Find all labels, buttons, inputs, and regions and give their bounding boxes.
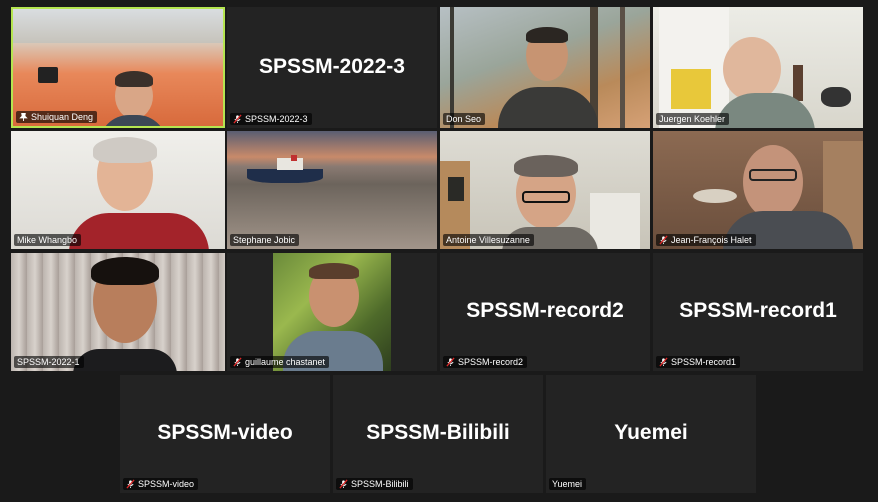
participant-name-label: Yuemei [549, 478, 587, 490]
mic-muted-icon [233, 114, 242, 124]
participant-name-label: guillaume chastanet [230, 356, 330, 368]
video-tile-spssm-2022-1[interactable]: SPSSM-2022-1 [11, 253, 225, 371]
video-tile-spssm-bilibili[interactable]: SPSSM-Bilibili SPSSM-Bilibili [333, 375, 543, 493]
participant-name-label: SPSSM-video [123, 478, 199, 490]
participant-video [715, 37, 815, 128]
mic-muted-icon [339, 479, 348, 489]
zoom-gallery-view: { "colors": { "background": "#1a1a1a", "… [0, 0, 878, 502]
video-tile-spssm-record1[interactable]: SPSSM-record1 SPSSM-record1 [653, 253, 863, 371]
video-tile-spssm-record2[interactable]: SPSSM-record2 SPSSM-record2 [440, 253, 650, 371]
participant-name-label: SPSSM-2022-3 [230, 113, 312, 125]
video-tile-juergen-koehler[interactable]: Juergen Koehler [653, 7, 863, 128]
video-tile-spssm-video[interactable]: SPSSM-video SPSSM-video [120, 375, 330, 493]
participant-name-label: SPSSM-record1 [656, 356, 741, 368]
video-tile-jean-francois-halet[interactable]: Jean-François Halet [653, 131, 863, 249]
mic-muted-icon [446, 357, 455, 367]
participant-display-name: SPSSM-record2 [466, 298, 624, 322]
mic-muted-icon [233, 357, 242, 367]
participant-video [69, 137, 209, 249]
participant-name-label: Shuiquan Deng [16, 111, 98, 123]
video-tile-guillaume-chastanet[interactable]: guillaume chastanet [227, 253, 437, 371]
participant-video [73, 257, 177, 371]
video-tile-stephane-jobic[interactable]: Stephane Jobic [227, 131, 437, 249]
video-tile-yuemei[interactable]: Yuemei Yuemei [546, 375, 756, 493]
mic-muted-icon [659, 357, 668, 367]
video-tile-spssm-2022-3[interactable]: SPSSM-2022-3 SPSSM-2022-3 [227, 7, 437, 128]
participant-name-label: Mike Whangbo [14, 234, 82, 246]
video-tile-shuiquan-deng[interactable]: Shuiquan Deng [11, 7, 225, 128]
mic-muted-icon [659, 235, 668, 245]
video-tile-antoine-villesuzanne[interactable]: Antoine Villesuzanne [440, 131, 650, 249]
participant-name-label: Antoine Villesuzanne [443, 234, 534, 246]
participant-name-label: SPSSM-2022-1 [14, 356, 84, 368]
participant-video [490, 27, 600, 128]
participant-name-label: Juergen Koehler [656, 113, 730, 125]
participant-name-label: Don Seo [443, 113, 486, 125]
participant-video [99, 71, 167, 126]
mic-muted-icon [126, 479, 135, 489]
participant-display-name: SPSSM-record1 [679, 298, 837, 322]
participant-display-name: SPSSM-2022-3 [259, 54, 405, 78]
video-tile-mike-whangbo[interactable]: Mike Whangbo [11, 131, 225, 249]
participant-name-label: SPSSM-record2 [443, 356, 528, 368]
participant-display-name: Yuemei [614, 420, 688, 444]
participant-name-label: Jean-François Halet [656, 234, 756, 246]
video-tile-don-seo[interactable]: Don Seo [440, 7, 650, 128]
participant-display-name: SPSSM-Bilibili [366, 420, 510, 444]
participant-name-label: Stephane Jobic [230, 234, 300, 246]
participant-name-label: SPSSM-Bilibili [336, 478, 413, 490]
participant-display-name: SPSSM-video [157, 420, 293, 444]
pin-icon [19, 112, 28, 122]
